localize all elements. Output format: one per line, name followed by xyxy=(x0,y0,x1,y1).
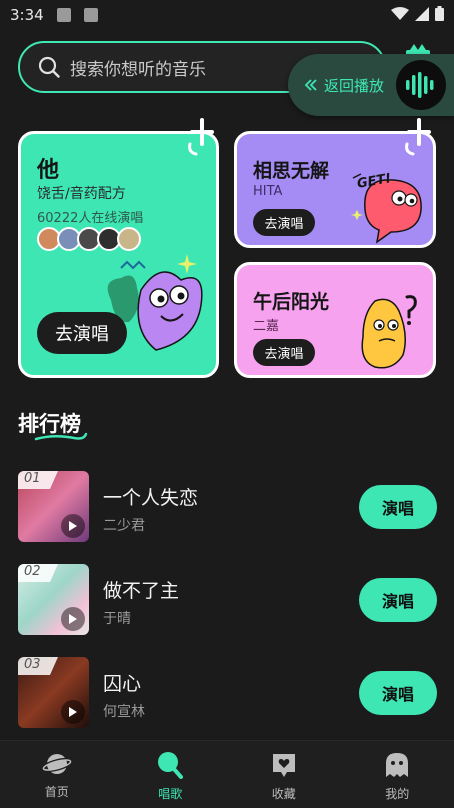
status-bar: 3:34 xyxy=(0,0,454,32)
nav-label: 收藏 xyxy=(271,787,296,801)
song-cover[interactable]: 03 xyxy=(18,657,89,728)
play-icon[interactable] xyxy=(61,514,85,538)
title-underline-decoration xyxy=(34,432,88,441)
back-to-playback-label: 返回播放 xyxy=(324,76,385,95)
song-title: 做不了主 xyxy=(103,580,180,602)
bottom-navigation: 首页 唱歌 收藏 我的 xyxy=(0,740,454,808)
search-placeholder: 搜索你想听的音乐 xyxy=(70,59,206,80)
go-sing-button[interactable]: 去演唱 xyxy=(37,312,127,354)
nav-label: 唱歌 xyxy=(158,787,183,801)
ranking-row[interactable]: 03 囚心 何宣林 演唱 xyxy=(18,657,438,729)
avatar xyxy=(117,227,141,251)
sing-button[interactable]: 演唱 xyxy=(359,671,437,715)
wifi-icon xyxy=(391,6,409,20)
sparkle-icon xyxy=(188,118,214,156)
nav-label: 我的 xyxy=(385,787,410,801)
notification-icon xyxy=(57,8,71,22)
go-sing-button[interactable]: 去演唱 xyxy=(253,209,315,236)
ranking-row[interactable]: 01 一个人失恋 二少君 演唱 xyxy=(18,471,438,543)
card-title: 他 xyxy=(37,158,60,183)
nav-item-sing[interactable]: 唱歌 xyxy=(114,741,228,808)
heart-chat-icon xyxy=(272,754,295,777)
nav-item-me[interactable]: 我的 xyxy=(341,741,454,808)
notification-icon xyxy=(84,8,98,22)
planet-icon xyxy=(41,754,72,774)
song-title: 一个人失恋 xyxy=(103,487,199,509)
sing-button[interactable]: 演唱 xyxy=(359,485,437,529)
card-subtitle: 饶舌/音药配方 xyxy=(37,186,126,202)
mic-icon xyxy=(158,752,184,779)
online-count: 60222人在线演唱 xyxy=(37,211,144,226)
ranking-section-title: 排行榜 xyxy=(18,408,88,441)
card-title: 相思无解 xyxy=(253,160,330,182)
song-cover[interactable]: 01 xyxy=(18,471,89,542)
card-artist: 二嘉 xyxy=(253,319,280,334)
song-card[interactable]: 午后阳光 二嘉 去演唱 xyxy=(234,262,436,378)
search-icon xyxy=(38,56,60,78)
nav-label: 首页 xyxy=(44,785,69,799)
rank-number: 02 xyxy=(18,564,58,582)
rank-number: 03 xyxy=(18,657,58,675)
featured-song-card[interactable]: 他 饶舌/音药配方 60222人在线演唱 去演唱 xyxy=(18,131,219,378)
play-icon[interactable] xyxy=(61,700,85,724)
online-avatars xyxy=(37,227,141,251)
card-title: 午后阳光 xyxy=(253,291,330,313)
now-playing-disc xyxy=(396,60,446,110)
song-cover[interactable]: 02 xyxy=(18,564,89,635)
sing-button[interactable]: 演唱 xyxy=(359,578,437,622)
card-artist: HITA xyxy=(253,184,283,199)
double-chevron-left-icon xyxy=(304,79,317,91)
status-icons xyxy=(391,6,444,21)
battery-icon xyxy=(435,6,444,21)
status-time: 3:34 xyxy=(10,6,44,24)
thinking-mascot-illustration xyxy=(361,295,417,369)
song-artist: 二少君 xyxy=(103,518,145,534)
signal-icon xyxy=(415,6,429,21)
ghost-icon xyxy=(386,753,409,777)
sparkle-icon xyxy=(405,118,431,156)
back-to-playback-button[interactable]: 返回播放 xyxy=(288,54,454,116)
song-artist: 于晴 xyxy=(103,611,131,627)
nav-item-home[interactable]: 首页 xyxy=(0,741,114,808)
song-title: 囚心 xyxy=(103,673,142,695)
go-sing-button[interactable]: 去演唱 xyxy=(253,339,315,366)
rank-number: 01 xyxy=(18,471,58,489)
waveform-icon xyxy=(406,72,434,98)
song-artist: 何宣林 xyxy=(103,704,145,720)
ranking-row[interactable]: 02 做不了主 于晴 演唱 xyxy=(18,564,438,636)
play-icon[interactable] xyxy=(61,607,85,631)
nav-item-favorites[interactable]: 收藏 xyxy=(227,741,341,808)
